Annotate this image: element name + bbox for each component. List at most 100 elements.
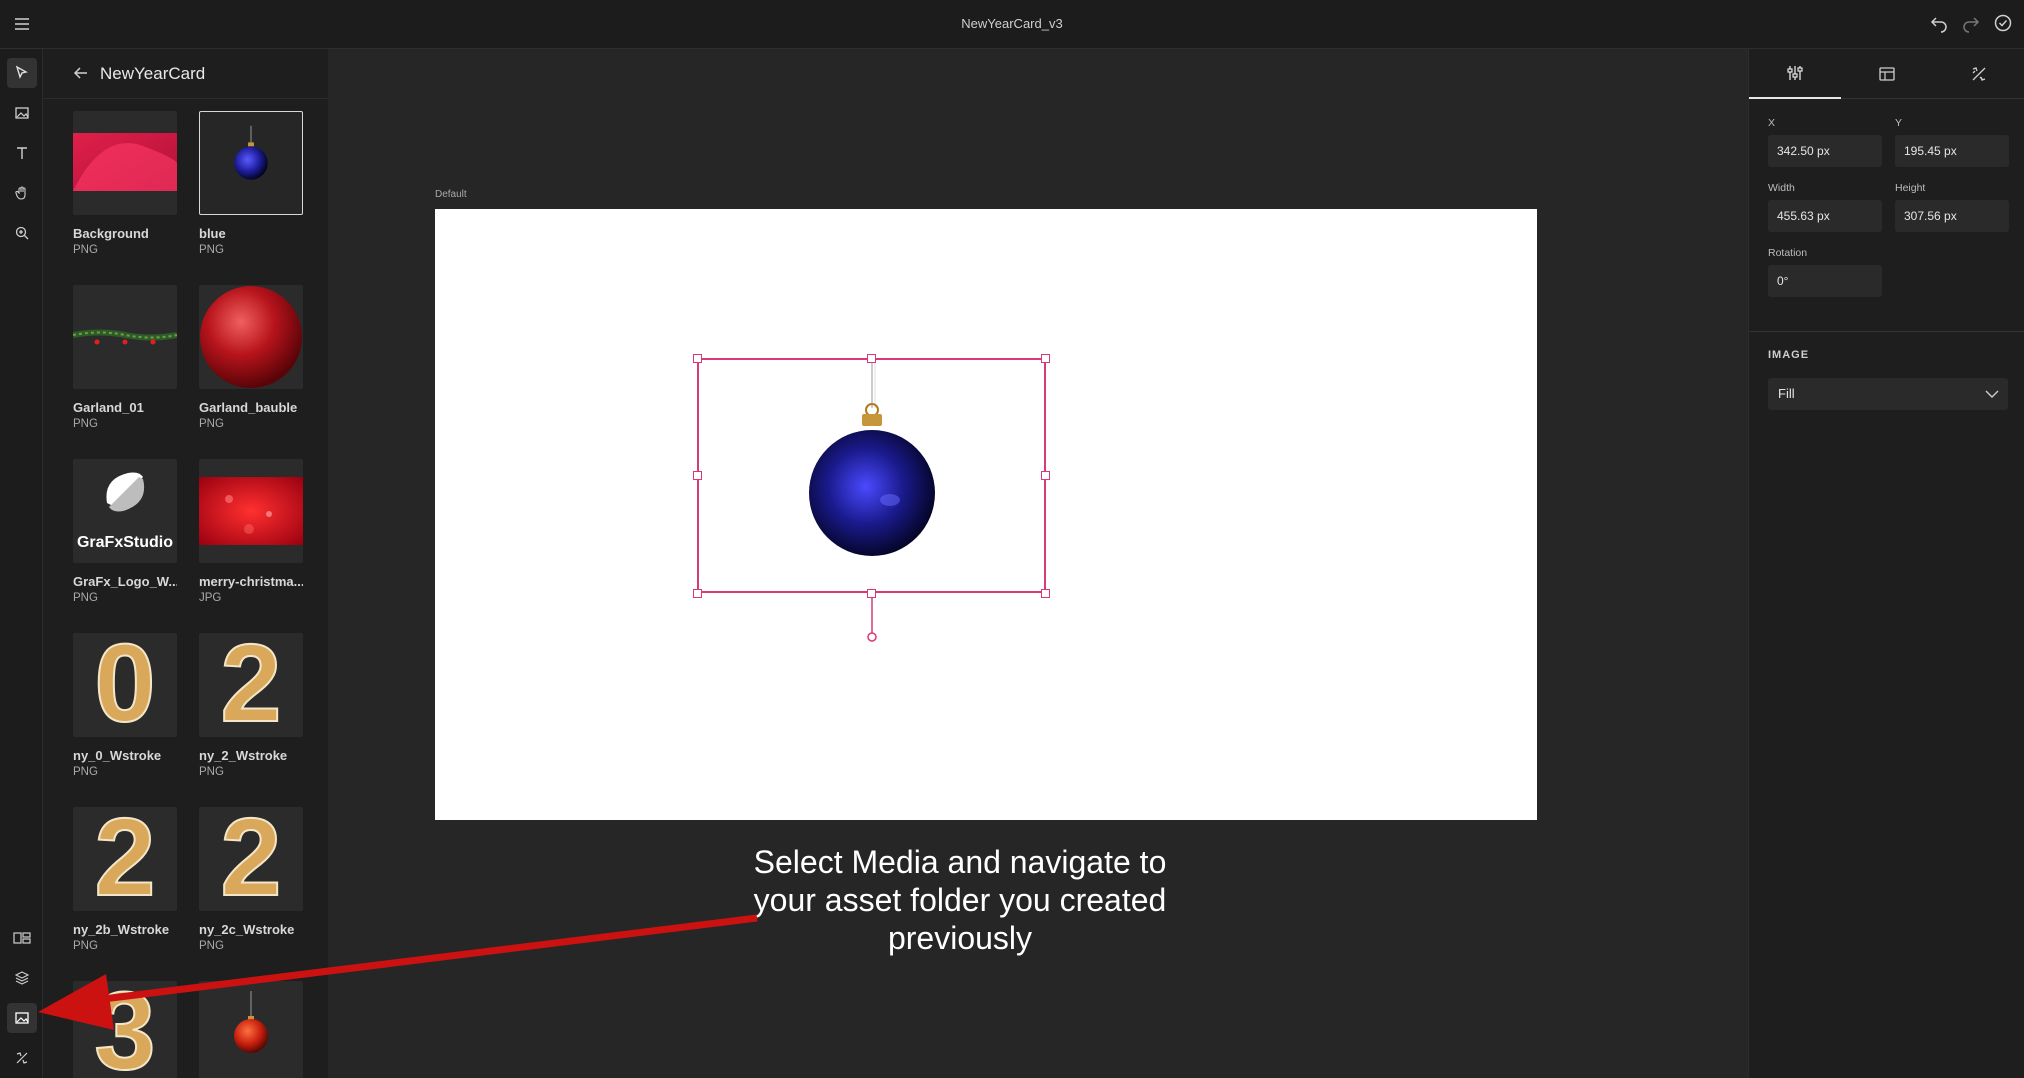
width-label: Width	[1768, 182, 1795, 194]
height-label: Height	[1895, 182, 1926, 194]
chevron-down-icon	[1984, 386, 2000, 405]
image-section-title: IMAGE	[1768, 349, 1810, 361]
asset-item[interactable]: 2 ny_2_Wstroke PNG	[199, 633, 303, 778]
asset-name: GraFx_Logo_W...	[73, 574, 177, 589]
asset-name: blue	[199, 226, 226, 241]
digit-glyph: 3	[93, 981, 156, 1078]
asset-name: ny_0_Wstroke	[73, 748, 162, 763]
select-tool[interactable]	[7, 58, 37, 88]
asset-thumbnail: 2	[199, 807, 303, 911]
logo-text: GraFxStudio	[76, 534, 173, 551]
resize-handle[interactable]	[867, 354, 876, 363]
asset-type: PNG	[199, 418, 224, 430]
rotation-handle[interactable]	[862, 597, 882, 643]
asset-name: merry-christma...	[199, 574, 303, 589]
divider	[1749, 331, 2024, 332]
text-tool[interactable]	[7, 138, 37, 168]
asset-item[interactable]: Garland_01 PNG	[73, 285, 177, 430]
asset-item[interactable]: 2 ny_2b_Wstroke PNG	[73, 807, 177, 952]
tools-icon	[1972, 67, 1986, 81]
asset-item-selected[interactable]: blue PNG	[199, 111, 303, 256]
zoom-icon	[15, 226, 29, 240]
variables-icon	[16, 1052, 28, 1064]
back-arrow-icon[interactable]	[73, 65, 89, 86]
resize-handle[interactable]	[1041, 354, 1050, 363]
y-label: Y	[1895, 117, 1903, 129]
frame-label: Default	[435, 189, 467, 200]
x-label: X	[1768, 117, 1776, 129]
height-input[interactable]: 307.56 px	[1895, 200, 2009, 232]
properties-panel: X 342.50 px Y 195.45 px Width 455.63 px …	[1748, 49, 2024, 1078]
resize-handle[interactable]	[693, 589, 702, 598]
media-tool[interactable]	[7, 1003, 37, 1033]
document-title: NewYearCard_v3	[961, 16, 1063, 31]
hand-icon	[15, 186, 26, 200]
asset-type: PNG	[199, 940, 224, 952]
undo-icon[interactable]	[1928, 12, 1950, 34]
image-fit-value: Fill	[1778, 386, 1795, 401]
asset-name: Garland_01	[73, 400, 144, 415]
hand-tool[interactable]	[7, 178, 37, 208]
resize-handle[interactable]	[1041, 471, 1050, 480]
resize-handle[interactable]	[1041, 589, 1050, 598]
rotation-label: Rotation	[1768, 247, 1808, 259]
asset-thumbnail: 0	[73, 633, 177, 737]
pages-icon	[13, 932, 31, 944]
zoom-tool[interactable]	[7, 218, 37, 248]
top-actions	[1928, 12, 2014, 34]
left-toolbar	[0, 49, 43, 1078]
asset-type: PNG	[73, 592, 98, 604]
asset-thumbnail	[199, 111, 303, 215]
asset-name: Garland_bauble	[199, 400, 298, 415]
check-circle-icon[interactable]	[1992, 12, 2014, 34]
asset-item[interactable]: GraFxStudio GraFx_Logo_W... PNG	[73, 459, 177, 604]
digit-glyph: 0	[93, 633, 156, 737]
variables-tool[interactable]	[7, 1043, 37, 1073]
asset-type: PNG	[73, 418, 98, 430]
asset-thumbnail: 2	[199, 633, 303, 737]
asset-item[interactable]: 3	[73, 981, 177, 1078]
asset-item[interactable]	[199, 981, 303, 1078]
asset-thumbnail	[199, 981, 303, 1078]
resize-handle[interactable]	[693, 354, 702, 363]
asset-thumbnail: GraFxStudio	[73, 459, 177, 563]
digit-glyph: 2	[219, 807, 282, 911]
asset-item[interactable]: Garland_bauble PNG	[199, 285, 303, 430]
asset-thumbnail: 2	[73, 807, 177, 911]
y-input[interactable]: 195.45 px	[1895, 135, 2009, 167]
asset-item[interactable]: merry-christma... JPG	[199, 459, 303, 604]
image-fit-select[interactable]: Fill	[1768, 378, 2008, 410]
asset-thumbnail	[199, 459, 303, 563]
tab-animation[interactable]	[1841, 49, 1933, 99]
asset-item[interactable]: 0 ny_0_Wstroke PNG	[73, 633, 177, 778]
image-tool[interactable]	[7, 98, 37, 128]
layers-tool[interactable]	[7, 963, 37, 993]
asset-type: PNG	[199, 766, 224, 778]
asset-thumbnail	[199, 285, 303, 389]
rotation-input[interactable]: 0°	[1768, 265, 1882, 297]
properties-tabs	[1749, 49, 2024, 99]
asset-item[interactable]: Background PNG	[73, 111, 177, 256]
media-panel-header: NewYearCard	[43, 49, 328, 99]
layers-icon	[14, 971, 30, 985]
asset-name: Background	[73, 226, 149, 241]
redo-icon[interactable]	[1960, 12, 1982, 34]
media-icon	[15, 1012, 29, 1024]
pages-tool[interactable]	[7, 923, 37, 953]
asset-type: PNG	[73, 766, 98, 778]
x-input[interactable]: 342.50 px	[1768, 135, 1882, 167]
asset-item[interactable]: 2 ny_2c_Wstroke PNG	[199, 807, 303, 952]
tab-properties[interactable]	[1749, 49, 1841, 99]
tutorial-annotation: Select Media and navigate to your asset …	[753, 844, 1167, 956]
asset-name: ny_2c_Wstroke	[199, 922, 295, 937]
resize-handle[interactable]	[693, 471, 702, 480]
digit-glyph: 2	[93, 807, 156, 911]
selection-box[interactable]	[697, 358, 1046, 593]
asset-thumbnail	[73, 285, 177, 389]
top-bar: NewYearCard_v3	[0, 0, 2024, 49]
asset-thumbnail	[73, 111, 177, 215]
tab-tools[interactable]	[1933, 49, 2024, 99]
width-input[interactable]: 455.63 px	[1768, 200, 1882, 232]
asset-type: PNG	[73, 244, 98, 256]
asset-name: ny_2b_Wstroke	[73, 922, 170, 937]
